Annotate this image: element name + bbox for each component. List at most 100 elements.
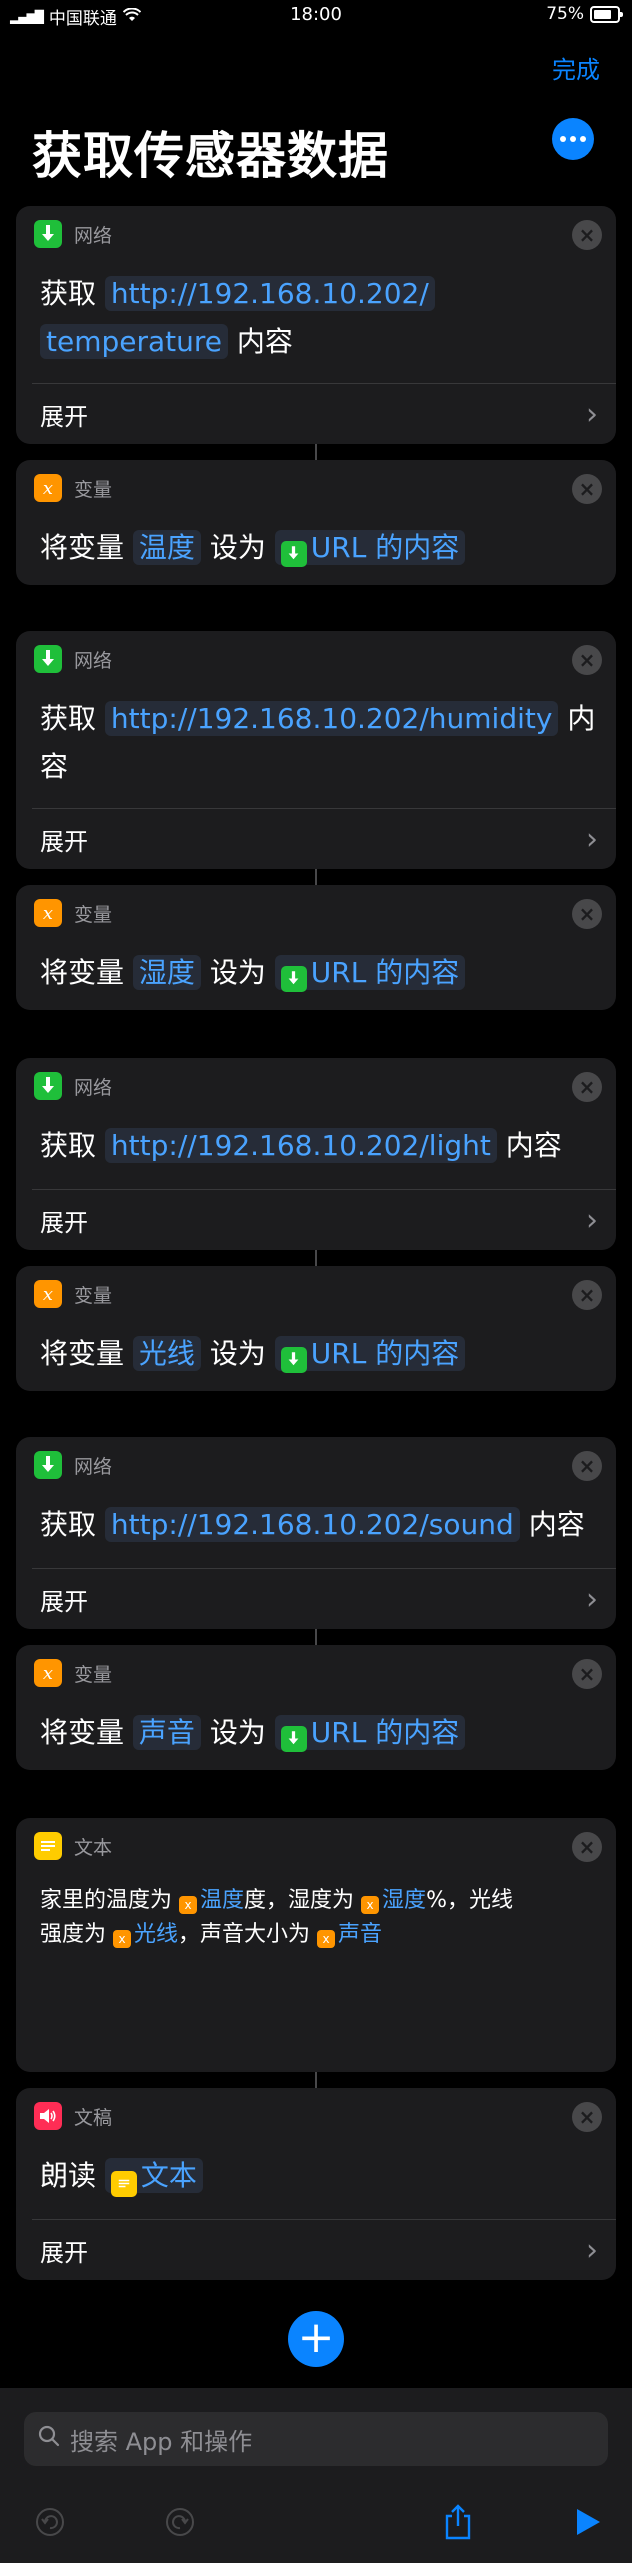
add-action-button[interactable]: + (288, 2311, 344, 2367)
speaker-icon (34, 2102, 62, 2130)
get-label: 获取 (40, 1508, 97, 1541)
done-button[interactable]: 完成 (552, 50, 600, 85)
card-body: 获取 http://192.168.10.202/ temperature 内容 (40, 270, 596, 366)
variable-x-icon: x (34, 474, 62, 502)
remove-action-button[interactable]: × (572, 1832, 602, 1862)
variable-name-token[interactable]: 湿度 (132, 955, 201, 990)
variable-x-icon: x (34, 1659, 62, 1687)
url-token[interactable]: http://192.168.10.202/humidity (104, 701, 559, 736)
action-card-variable[interactable]: x 变量 × 将变量 温度 设为 URL 的内容 (16, 460, 616, 585)
remove-action-button[interactable]: × (572, 1280, 602, 1310)
search-icon (38, 2425, 60, 2453)
remove-action-button[interactable]: × (572, 899, 602, 929)
undo-icon[interactable] (30, 2502, 70, 2542)
expand-row[interactable]: 展开 › (40, 384, 598, 444)
share-icon[interactable] (438, 2502, 478, 2542)
status-time: 18:00 (290, 4, 342, 25)
inline-variable-token[interactable]: x 声音 (317, 1922, 382, 1948)
search-input[interactable]: 搜索 App 和操作 (24, 2412, 608, 2466)
card-body: 将变量 湿度 设为 URL 的内容 (40, 949, 596, 997)
action-card-variable[interactable]: x 变量 × 将变量 湿度 设为 URL 的内容 (16, 885, 616, 1010)
url-content-token[interactable]: URL 的内容 (274, 955, 466, 992)
card-header: x 变量 (34, 474, 112, 502)
card-category: 文稿 (74, 2106, 113, 2129)
action-card-variable[interactable]: x 变量 × 将变量 光线 设为 URL 的内容 (16, 1266, 616, 1391)
card-category: 网络 (74, 1455, 113, 1478)
text-variable-token[interactable]: 文本 (104, 2158, 203, 2197)
url-token[interactable]: http://192.168.10.202/light (104, 1128, 497, 1163)
set-to-label: 设为 (209, 956, 266, 989)
action-card-network[interactable]: 网络 × 获取 http://192.168.10.202/humidity 内… (16, 631, 616, 869)
action-card-network[interactable]: 网络 × 获取 http://192.168.10.202/sound 内容 展… (16, 1437, 616, 1629)
url-content-token[interactable]: URL 的内容 (274, 530, 466, 567)
card-header: 文本 (34, 1832, 112, 1860)
action-card-variable[interactable]: x 变量 × 将变量 声音 设为 URL 的内容 (16, 1645, 616, 1770)
inline-variable-token[interactable]: x 光线 (113, 1922, 178, 1948)
action-card-network[interactable]: 网络 × 获取 http://192.168.10.202/light 内容 展… (16, 1058, 616, 1250)
url-token[interactable]: http://192.168.10.202/ (104, 276, 435, 311)
variable-name-token[interactable]: 光线 (132, 1336, 201, 1371)
connector-line (315, 1629, 317, 1645)
text-lines-icon (34, 1832, 62, 1860)
action-card-text[interactable]: 文本 × 家里的温度为 x 温度度，湿度为 x 湿度%，光线 强度为 x 光线，声音大… (16, 1818, 616, 2072)
card-body: 将变量 声音 设为 URL 的内容 (40, 1709, 596, 1757)
expand-label: 展开 (40, 827, 88, 856)
url-content-text: URL 的内容 (310, 1716, 460, 1749)
url-content-token[interactable]: URL 的内容 (274, 1336, 466, 1373)
card-header: x 变量 (34, 899, 112, 927)
card-header: x 变量 (34, 1659, 112, 1687)
expand-row[interactable]: 展开 › (40, 809, 598, 869)
inline-variable-token[interactable]: x 湿度 (361, 1888, 427, 1914)
card-body: 获取 http://192.168.10.202/light 内容 (40, 1122, 596, 1170)
variable-x-icon: x (34, 1280, 62, 1308)
remove-action-button[interactable]: × (572, 1072, 602, 1102)
inline-variable-name: 温度 (200, 1888, 245, 1913)
action-card-speak[interactable]: 文稿 × 朗读 文本 展开 › (16, 2088, 616, 2280)
network-download-icon (34, 1072, 62, 1100)
expand-row[interactable]: 展开 › (40, 1569, 598, 1629)
expand-row[interactable]: 展开 › (40, 2220, 598, 2280)
more-dot-icon (580, 136, 586, 142)
get-label: 获取 (40, 702, 97, 735)
get-label: 获取 (40, 1129, 97, 1162)
remove-action-button[interactable]: × (572, 474, 602, 504)
network-download-icon (34, 220, 62, 248)
card-header: 文稿 (34, 2102, 112, 2130)
card-category: 变量 (74, 478, 113, 501)
content-label: 内 (567, 702, 596, 735)
variable-x-icon: x (361, 1896, 380, 1914)
card-category: 网络 (74, 224, 113, 247)
url-token[interactable]: temperature (40, 324, 228, 359)
remove-action-button[interactable]: × (572, 1659, 602, 1689)
redo-icon[interactable] (160, 2502, 200, 2542)
more-dot-icon (560, 136, 566, 142)
remove-action-button[interactable]: × (572, 220, 602, 250)
expand-row[interactable]: 展开 › (40, 1190, 598, 1250)
text-token-label: 文本 (140, 2159, 197, 2192)
url-content-text: URL 的内容 (310, 956, 460, 989)
variable-name-token[interactable]: 温度 (132, 530, 201, 565)
card-body: 朗读 文本 (40, 2152, 596, 2200)
chevron-right-icon: › (586, 821, 598, 857)
expand-label: 展开 (40, 402, 88, 431)
remove-action-button[interactable]: × (572, 1451, 602, 1481)
inline-variable-name: 湿度 (382, 1888, 427, 1913)
card-header: 网络 (34, 220, 112, 248)
connector-line (315, 2072, 317, 2088)
card-header: 网络 (34, 1451, 112, 1479)
url-text: temperature (46, 325, 222, 358)
remove-action-button[interactable]: × (572, 645, 602, 675)
variable-name-token[interactable]: 声音 (132, 1715, 201, 1750)
url-text: http://192.168.10.202/ (110, 277, 429, 310)
inline-variable-token[interactable]: x 温度 (179, 1888, 245, 1914)
battery-icon (590, 5, 623, 23)
more-options-button[interactable] (552, 118, 594, 160)
url-content-token[interactable]: URL 的内容 (274, 1715, 466, 1752)
card-category: 变量 (74, 1284, 113, 1307)
text-content-field[interactable]: 家里的温度为 x 温度度，湿度为 x 湿度%，光线 强度为 x 光线，声音大小为 x声… (40, 1884, 592, 1952)
remove-action-button[interactable]: × (572, 2102, 602, 2132)
url-token[interactable]: http://192.168.10.202/sound (104, 1507, 520, 1542)
play-icon[interactable] (568, 2502, 608, 2542)
set-to-label: 设为 (209, 1337, 266, 1370)
action-card-network[interactable]: 网络 × 获取 http://192.168.10.202/ temperatu… (16, 206, 616, 444)
